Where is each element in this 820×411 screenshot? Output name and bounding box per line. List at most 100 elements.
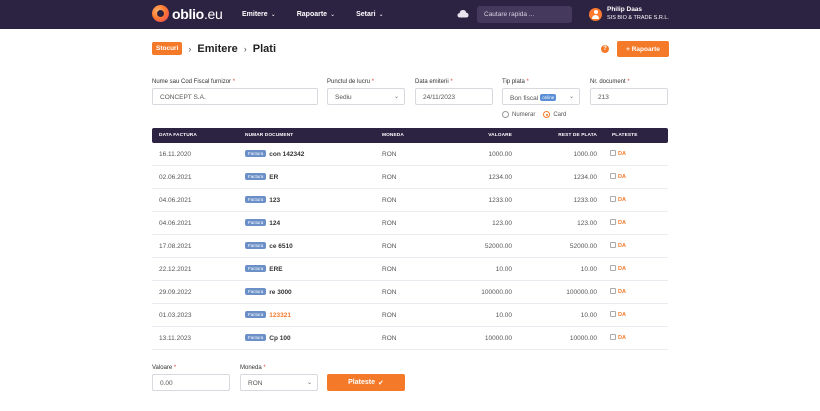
document-number[interactable]: ER [269, 174, 278, 181]
radio-card[interactable] [543, 111, 551, 118]
nav-setari[interactable]: Setari ⌄ [356, 11, 384, 18]
cell-value: 100000.00 [481, 289, 512, 296]
col-valoare: VALOARE [488, 133, 512, 138]
cell-rest: 123.00 [577, 220, 597, 227]
document-number[interactable]: 124 [269, 220, 280, 227]
cloud-icon[interactable] [457, 9, 469, 18]
document-number[interactable]: Cp 100 [269, 335, 290, 342]
doc-number-label: Nr. document * [590, 79, 630, 85]
cell-value: 1233.00 [488, 197, 513, 204]
check-icon: ✔ [377, 379, 384, 387]
quick-search-input[interactable]: Cautare rapida ... [477, 6, 572, 23]
document-number[interactable]: 123321 [269, 312, 291, 319]
table-row[interactable]: 13.11.2023 Factura Cp 100 RON 10000.00 10000.… [152, 327, 668, 350]
pay-label: DA [618, 266, 626, 272]
supplier-input[interactable]: CONCEPT S.A. [152, 88, 318, 105]
chevron-down-icon: ⌄ [306, 380, 312, 386]
pay-checkbox[interactable] [610, 173, 616, 179]
breadcrumb-separator-icon: › [243, 43, 247, 54]
cell-document[interactable]: Factura 123321 [245, 311, 291, 319]
cell-rest: 100000.00 [566, 289, 597, 296]
pay-checkbox[interactable] [610, 311, 616, 317]
nav-emitere[interactable]: Emitere ⌄ [242, 11, 276, 18]
currency-select[interactable]: RON ⌄ [240, 374, 318, 391]
work-point-label: Punctul de lucru * [327, 79, 375, 85]
factura-badge: Factura [245, 288, 267, 295]
chevron-down-icon: ⌄ [393, 94, 399, 100]
payment-method-radios: Numerar Card [502, 111, 566, 118]
pay-checkbox[interactable] [610, 196, 616, 202]
col-numar-document: NUMAR DOCUMENT [245, 133, 294, 138]
user-menu[interactable]: Philip Daas SIS BIO & TRADE S.R.L. [589, 6, 669, 22]
cell-document[interactable]: Factura ER [245, 173, 278, 181]
cell-date: 17.08.2021 [159, 243, 192, 250]
amount-input[interactable]: 0.00 [152, 374, 230, 391]
plateste-button[interactable]: Plateste ✔ [327, 374, 405, 391]
pay-checkbox[interactable] [610, 288, 616, 294]
pay-checkbox[interactable] [610, 150, 616, 156]
document-number[interactable]: 123 [269, 197, 280, 204]
radio-card-label: Card [553, 111, 567, 118]
cell-currency: RON [382, 312, 397, 319]
cell-document[interactable]: Factura Cp 100 [245, 334, 291, 342]
currency-label: Moneda * [240, 365, 266, 371]
help-icon[interactable]: ? [601, 45, 609, 53]
rapoarte-button[interactable]: + Rapoarte [617, 41, 669, 57]
date-input[interactable]: 24/11/2023 [415, 88, 493, 105]
document-number[interactable]: ERE [269, 266, 282, 273]
cell-value: 10.00 [495, 312, 512, 319]
cell-pay: DA [610, 196, 626, 203]
table-row[interactable]: 01.03.2023 Factura 123321 RON 10.00 10.00 DA [152, 304, 668, 327]
pay-checkbox[interactable] [610, 334, 616, 340]
pay-checkbox[interactable] [610, 219, 616, 225]
document-number[interactable]: ce 6510 [269, 243, 293, 250]
radio-numerar[interactable] [502, 111, 509, 118]
table-row[interactable]: 04.06.2021 Factura 124 RON 123.00 123.00 DA [152, 212, 668, 235]
table-row[interactable]: 16.11.2020 Factura con 142342 RON 1000.00 100… [152, 143, 668, 166]
cell-rest: 1233.00 [573, 197, 598, 204]
user-info: Philip Daas SIS BIO & TRADE S.R.L. [607, 6, 669, 22]
factura-badge: Factura [245, 334, 267, 341]
document-number[interactable]: con 142342 [269, 151, 304, 158]
table-row[interactable]: 22.12.2021 Factura ERE RON 10.00 10.00 DA [152, 258, 668, 281]
pay-label: DA [618, 312, 626, 318]
factura-badge: Factura [245, 196, 267, 203]
pay-label: DA [618, 151, 626, 157]
cell-currency: RON [382, 220, 397, 227]
stocuri-badge[interactable]: Stocuri [152, 42, 183, 55]
supplier-label: Nume sau Cod Fiscal furnizor * [152, 79, 236, 85]
online-badge: online [540, 94, 557, 101]
document-number[interactable]: re 3000 [269, 289, 291, 296]
cell-pay: DA [610, 311, 626, 318]
cell-document[interactable]: Factura 124 [245, 219, 280, 227]
table-row[interactable]: 29.09.2022 Factura re 3000 RON 100000.00 1000… [152, 281, 668, 304]
nav-rapoarte[interactable]: Rapoarte ⌄ [297, 11, 335, 18]
cell-document[interactable]: Factura ce 6510 [245, 242, 293, 250]
logo[interactable]: oblio.eu [152, 5, 223, 22]
cell-currency: RON [382, 174, 397, 181]
work-point-select[interactable]: Sediu ⌄ [327, 88, 405, 105]
breadcrumb-separator-icon: › [188, 43, 192, 54]
cell-document[interactable]: Factura ERE [245, 265, 283, 273]
col-moneda: MONEDA [382, 133, 404, 138]
cell-document[interactable]: Factura con 142342 [245, 150, 304, 158]
col-rest-de-plata: REST DE PLATA [558, 133, 597, 138]
cell-pay: DA [610, 150, 626, 157]
cell-rest: 10.00 [580, 266, 597, 273]
date-label: Data emiterii * [415, 79, 453, 85]
pay-checkbox[interactable] [610, 265, 616, 271]
factura-badge: Factura [245, 219, 267, 226]
cell-pay: DA [610, 265, 626, 272]
doc-number-input[interactable]: 213 [590, 88, 668, 105]
cell-document[interactable]: Factura 123 [245, 196, 280, 204]
breadcrumb-emitere[interactable]: Emitere [197, 43, 237, 55]
cell-document[interactable]: Factura re 3000 [245, 288, 292, 296]
factura-badge: Factura [245, 311, 267, 318]
chevron-down-icon: ⌄ [330, 12, 336, 18]
payment-type-select[interactable]: Bon fiscal online ⌄ [502, 88, 580, 105]
user-avatar-icon [589, 7, 602, 21]
pay-checkbox[interactable] [610, 242, 616, 248]
table-row[interactable]: 02.06.2021 Factura ER RON 1234.00 1234.00 DA [152, 166, 668, 189]
table-row[interactable]: 04.06.2021 Factura 123 RON 1233.00 1233.00 DA [152, 189, 668, 212]
table-row[interactable]: 17.08.2021 Factura ce 6510 RON 52000.00 52000… [152, 235, 668, 258]
